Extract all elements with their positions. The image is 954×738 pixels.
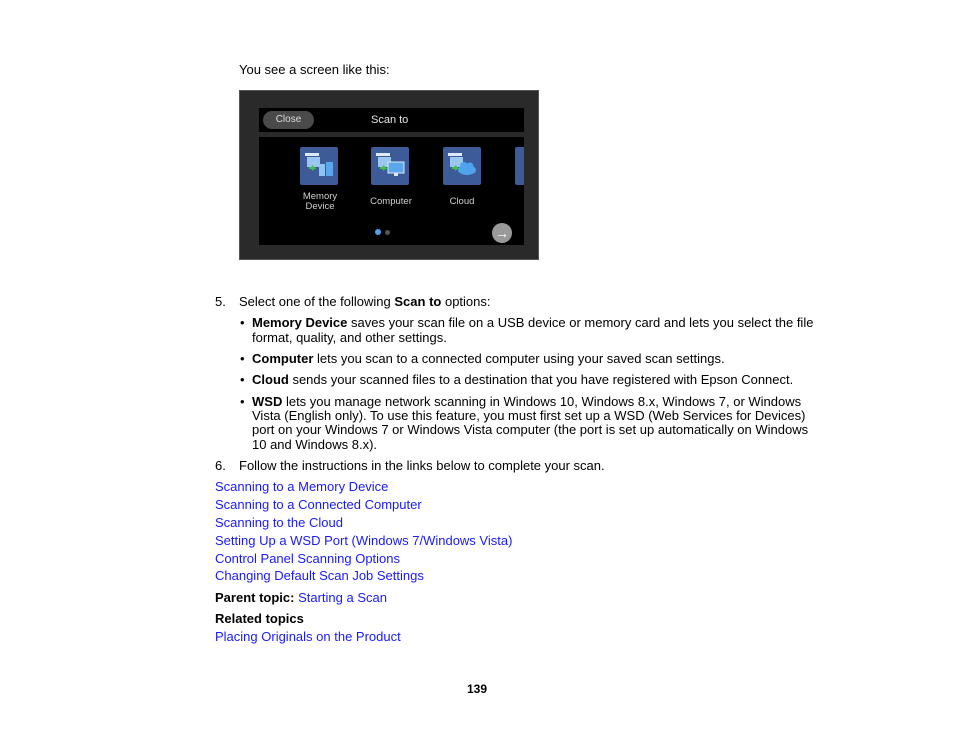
parent-topic: Parent topic: Starting a Scan xyxy=(215,590,387,605)
bullet-cloud: Cloud sends your scanned files to a dest… xyxy=(252,372,794,387)
bullet-icon: • xyxy=(240,315,245,330)
memory-device-label: Memory Device xyxy=(302,191,338,212)
bullet-wsd-cont-1: Vista (English only). To use this featur… xyxy=(252,408,806,423)
scan-to-screen-image: Close Scan to Memory Device Computer Clo… xyxy=(239,90,539,260)
computer-icon xyxy=(376,153,405,176)
step-6-number: 6. xyxy=(215,458,226,473)
link-changing-default-scan-settings[interactable]: Changing Default Scan Job Settings xyxy=(215,568,424,583)
bullet-computer: Computer lets you scan to a connected co… xyxy=(252,351,725,366)
memory-device-tile xyxy=(300,147,338,185)
step-6-text: Follow the instructions in the links bel… xyxy=(239,458,605,473)
screen-body: Memory Device Computer Cloud → xyxy=(259,137,524,245)
link-starting-a-scan[interactable]: Starting a Scan xyxy=(298,590,387,605)
computer-label: Computer xyxy=(370,196,412,207)
link-setting-up-wsd-port[interactable]: Setting Up a WSD Port (Windows 7/Windows… xyxy=(215,533,512,548)
page-dot-inactive xyxy=(385,230,390,235)
wsd-tile-partial xyxy=(515,147,524,185)
memory-device-icon xyxy=(305,153,333,176)
cloud-icon xyxy=(448,153,476,175)
link-control-panel-scanning-options[interactable]: Control Panel Scanning Options xyxy=(215,551,400,566)
link-scanning-connected-computer[interactable]: Scanning to a Connected Computer xyxy=(215,497,422,512)
bullet-memory-device: Memory Device saves your scan file on a … xyxy=(252,315,814,330)
page-dot-active xyxy=(375,229,381,235)
computer-tile xyxy=(371,147,409,185)
page-number: 139 xyxy=(466,682,488,696)
cloud-tile xyxy=(443,147,481,185)
link-placing-originals[interactable]: Placing Originals on the Product xyxy=(215,629,401,644)
bullet-wsd-cont-2: port on your Windows 7 or Windows Vista … xyxy=(252,422,809,437)
close-button: Close xyxy=(263,111,314,129)
step-5-number: 5. xyxy=(215,294,226,309)
bullet-icon: • xyxy=(240,372,245,387)
bullet-icon: • xyxy=(240,394,245,409)
link-scanning-cloud[interactable]: Scanning to the Cloud xyxy=(215,515,343,530)
related-topics-heading: Related topics xyxy=(215,611,304,626)
bullet-wsd-cont-3: 10 and Windows 8.x). xyxy=(252,437,378,452)
bullet-icon: • xyxy=(240,351,245,366)
bullet-memory-device-cont: format, quality, and other settings. xyxy=(252,330,447,345)
step-5-text: Select one of the following Scan to opti… xyxy=(239,294,491,309)
next-arrow-icon: → xyxy=(492,223,512,243)
cloud-label: Cloud xyxy=(449,196,475,207)
screen-header: Close Scan to xyxy=(259,108,524,132)
bullet-wsd: WSD lets you manage network scanning in … xyxy=(252,394,802,409)
screen-title: Scan to xyxy=(371,114,409,126)
link-scanning-memory-device[interactable]: Scanning to a Memory Device xyxy=(215,479,388,494)
intro-text: You see a screen like this: xyxy=(239,62,390,77)
